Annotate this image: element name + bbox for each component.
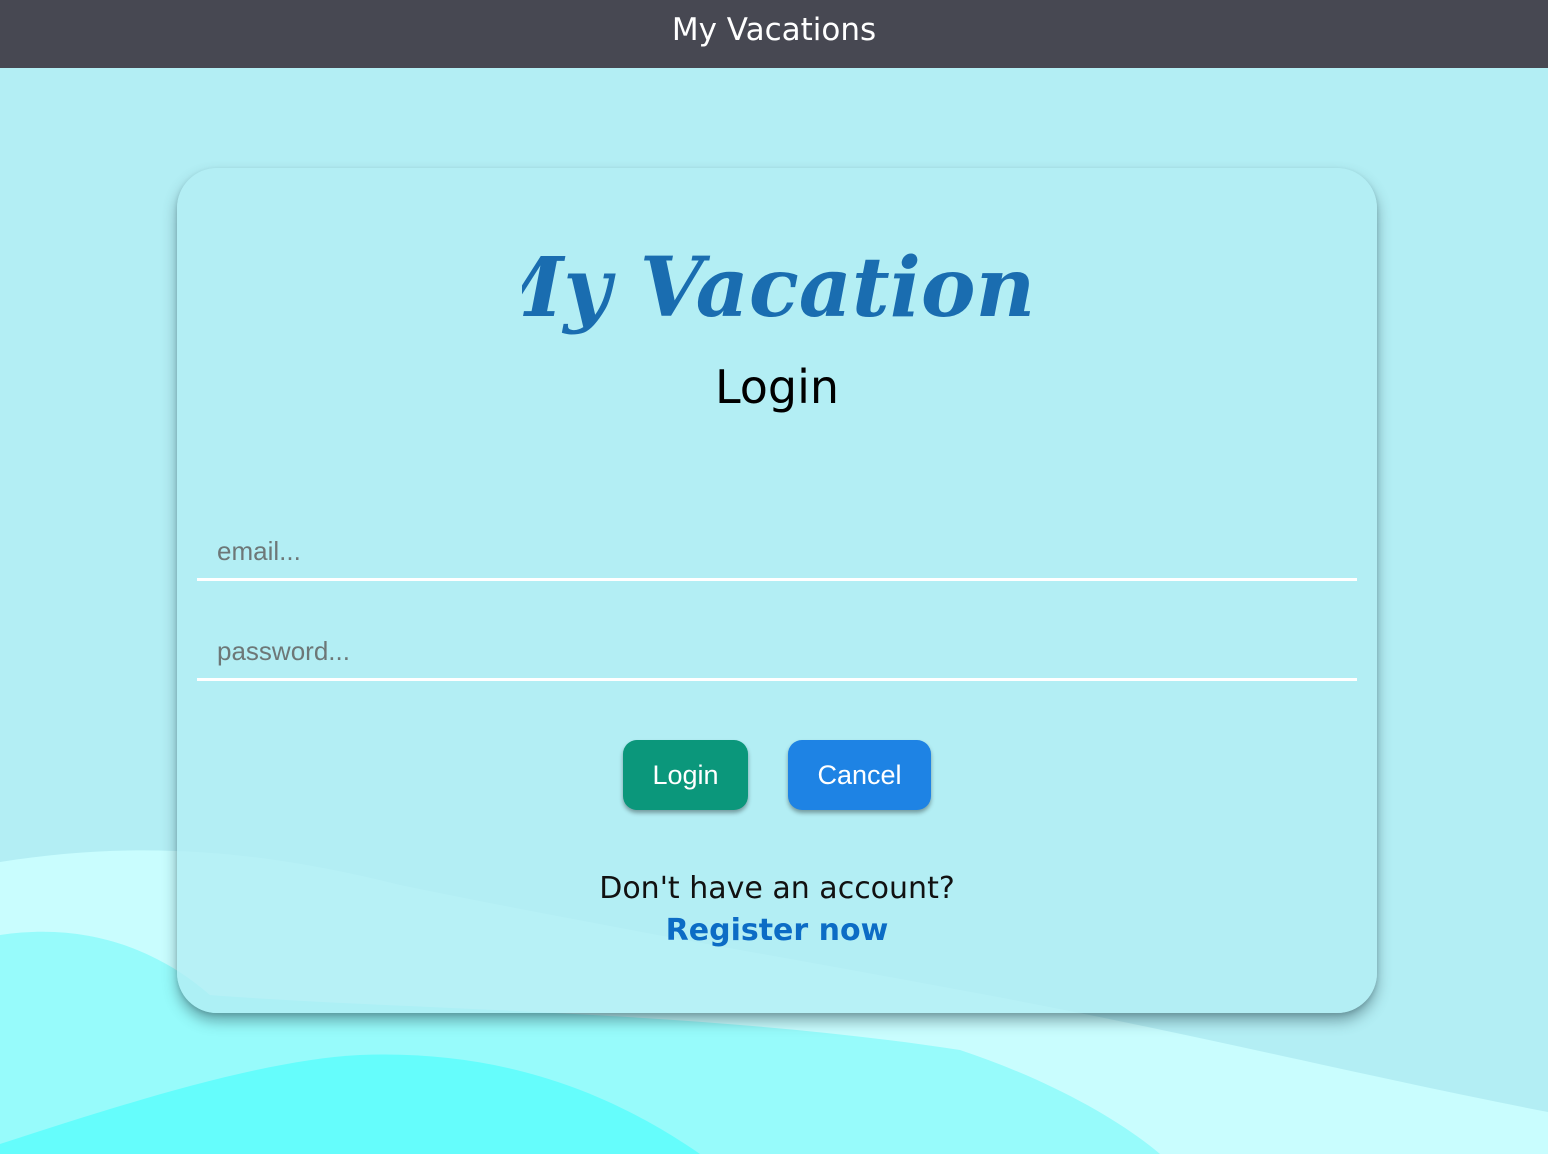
app-title: My Vacations [671, 11, 877, 48]
register-link[interactable]: Register now [177, 913, 1377, 948]
app-logo-text: My Vacations [522, 240, 1032, 336]
email-field-container [197, 512, 1357, 581]
email-field[interactable] [197, 512, 1357, 578]
app-logo: My Vacations [522, 240, 1032, 336]
login-button[interactable]: Login [623, 740, 748, 810]
top-bar: My Vacations [0, 0, 1548, 68]
password-field[interactable] [197, 612, 1357, 678]
login-card: My Vacations Login Login Cancel Don't ha… [177, 168, 1377, 1013]
page-title: Login [714, 360, 840, 414]
cancel-button[interactable]: Cancel [788, 740, 931, 810]
password-field-container [197, 612, 1357, 681]
register-prompt: Don't have an account? [599, 871, 955, 906]
